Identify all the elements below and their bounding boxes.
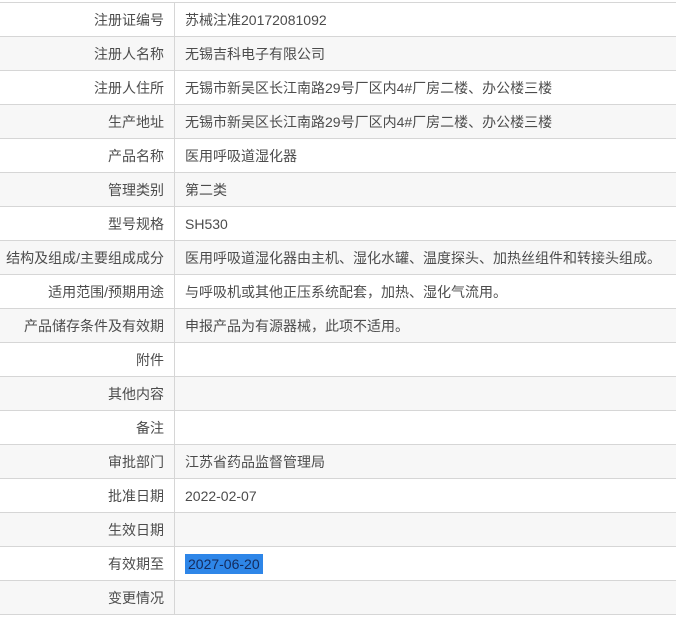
table-row: 备注 (0, 411, 676, 445)
row-value: 江苏省药品监督管理局 (185, 453, 325, 470)
registration-info-table: 注册证编号 苏械注准20172081092 注册人名称 无锡吉科电子有限公司 注… (0, 2, 676, 615)
row-value: 第二类 (185, 181, 227, 198)
row-label: 附件 (0, 343, 175, 376)
row-label: 注册人名称 (0, 37, 175, 70)
row-label: 变更情况 (0, 581, 175, 614)
table-row: 变更情况 (0, 581, 676, 615)
row-label: 备注 (0, 411, 175, 444)
row-value: 苏械注准20172081092 (185, 11, 327, 28)
table-row: 结构及组成/主要组成成分 医用呼吸道湿化器由主机、湿化水罐、温度探头、加热丝组件… (0, 241, 676, 275)
table-row: 审批部门 江苏省药品监督管理局 (0, 445, 676, 479)
table-row: 有效期至 2027-06-20 (0, 547, 676, 581)
row-label: 产品储存条件及有效期 (0, 309, 175, 342)
row-value: 2022-02-07 (185, 487, 257, 504)
row-value (175, 377, 676, 410)
row-value: 医用呼吸道湿化器由主机、湿化水罐、温度探头、加热丝组件和转接头组成。 (185, 249, 661, 266)
row-label: 批准日期 (0, 479, 175, 512)
table-row: 生产地址 无锡市新吴区长江南路29号厂区内4#厂房二楼、办公楼三楼 (0, 105, 676, 139)
row-label: 生效日期 (0, 513, 175, 546)
table-row: 管理类别 第二类 (0, 173, 676, 207)
row-label: 结构及组成/主要组成成分 (0, 241, 175, 274)
row-value (175, 343, 676, 376)
row-value: 与呼吸机或其他正压系统配套，加热、湿化气流用。 (185, 283, 507, 300)
row-value: SH530 (185, 215, 228, 232)
row-label: 管理类别 (0, 173, 175, 206)
row-label: 适用范围/预期用途 (0, 275, 175, 308)
table-row: 其他内容 (0, 377, 676, 411)
row-value (175, 411, 676, 444)
row-value: 2027-06-20 (175, 547, 676, 580)
table-row: 适用范围/预期用途 与呼吸机或其他正压系统配套，加热、湿化气流用。 (0, 275, 676, 309)
row-value (175, 581, 676, 614)
row-label: 注册证编号 (0, 3, 175, 36)
table-row: 注册人名称 无锡吉科电子有限公司 (0, 37, 676, 71)
table-row: 附件 (0, 343, 676, 377)
row-value: 医用呼吸道湿化器 (185, 147, 297, 164)
row-value (175, 513, 676, 546)
table-row: 注册证编号 苏械注准20172081092 (0, 3, 676, 37)
row-label: 产品名称 (0, 139, 175, 172)
row-value: 无锡吉科电子有限公司 (185, 45, 325, 62)
table-row: 生效日期 (0, 513, 676, 547)
selected-text[interactable]: 2027-06-20 (185, 553, 263, 574)
row-value: 无锡市新吴区长江南路29号厂区内4#厂房二楼、办公楼三楼 (185, 113, 553, 130)
row-label: 型号规格 (0, 207, 175, 240)
table-row: 批准日期 2022-02-07 (0, 479, 676, 513)
row-label: 注册人住所 (0, 71, 175, 104)
row-label: 审批部门 (0, 445, 175, 478)
table-row: 注册人住所 无锡市新吴区长江南路29号厂区内4#厂房二楼、办公楼三楼 (0, 71, 676, 105)
row-value: 无锡市新吴区长江南路29号厂区内4#厂房二楼、办公楼三楼 (185, 79, 553, 96)
row-label: 生产地址 (0, 105, 175, 138)
row-value: 申报产品为有源器械，此项不适用。 (185, 317, 409, 334)
row-label: 有效期至 (0, 547, 175, 580)
table-row: 产品名称 医用呼吸道湿化器 (0, 139, 676, 173)
table-row: 型号规格 SH530 (0, 207, 676, 241)
row-label: 其他内容 (0, 377, 175, 410)
table-row: 产品储存条件及有效期 申报产品为有源器械，此项不适用。 (0, 309, 676, 343)
